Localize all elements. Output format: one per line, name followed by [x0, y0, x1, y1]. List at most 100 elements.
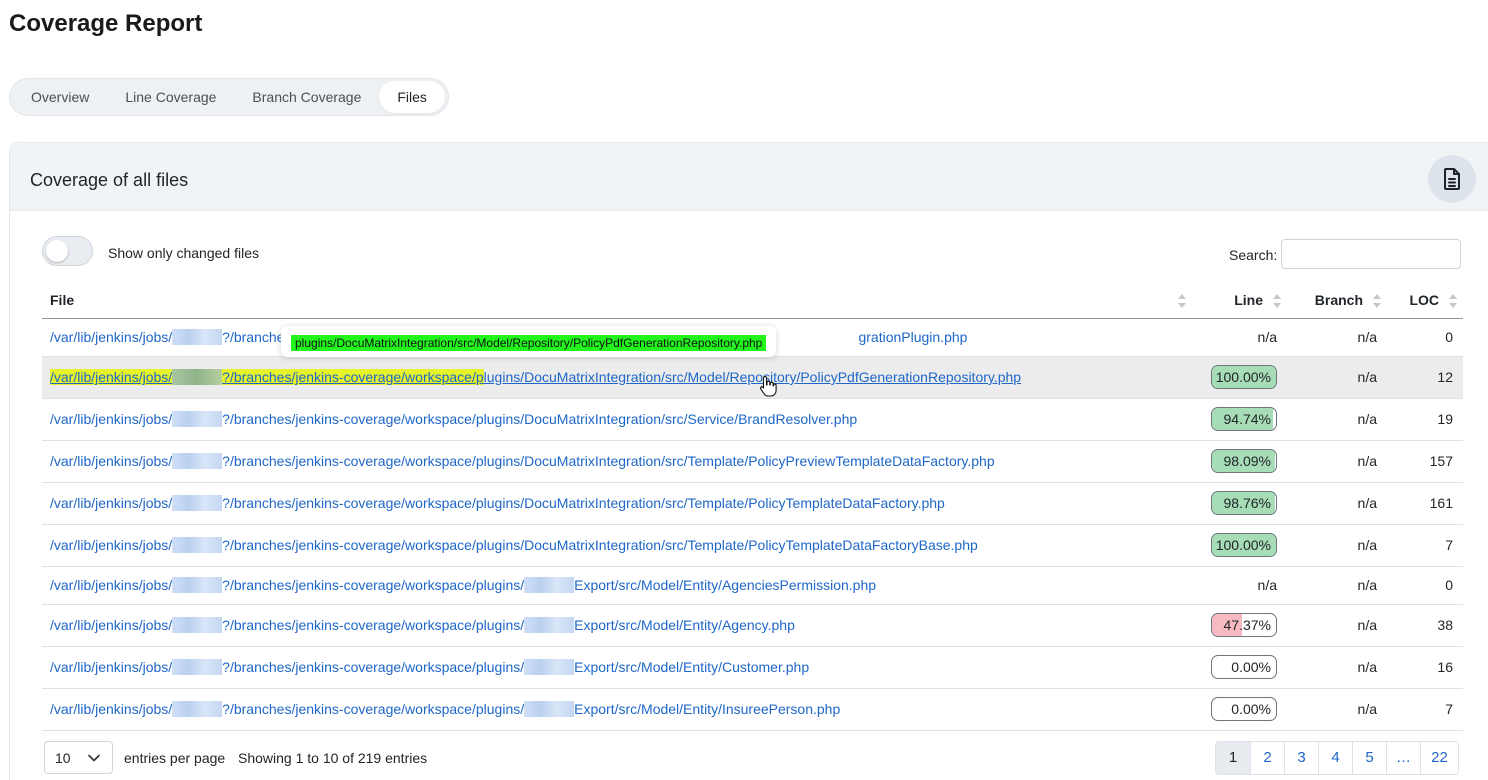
files-card: Coverage of all files Show only changed …: [9, 142, 1488, 780]
coverage-badge: 100.00%: [1211, 533, 1277, 557]
search-label: Search:: [1229, 247, 1278, 263]
file-link[interactable]: /var/lib/jenkins/jobs/?/branches/jenkins…: [50, 701, 840, 717]
loc-count: 0: [1387, 566, 1463, 605]
table-row: /var/lib/jenkins/jobs/?/branches/jenkins…: [42, 356, 1463, 399]
branch-coverage: n/a: [1287, 566, 1387, 605]
toggle-label: Show only changed files: [108, 245, 259, 261]
column-header-file[interactable]: File: [42, 283, 1192, 319]
document-icon: [1444, 168, 1460, 190]
file-link[interactable]: /var/lib/jenkins/jobs/?/branches/jenkins…: [50, 617, 795, 633]
redacted-segment: [172, 701, 223, 717]
branch-coverage: n/a: [1287, 318, 1387, 357]
export-document-button[interactable]: [1428, 155, 1476, 203]
table-row: /var/lib/jenkins/jobs/?/branches/jenkins…: [42, 398, 1463, 441]
redacted-segment: [172, 617, 223, 633]
page-title: Coverage Report: [9, 10, 203, 37]
chevron-down-icon: [88, 754, 100, 762]
loc-count: 161: [1387, 482, 1463, 525]
page-size-value: 10: [55, 749, 71, 766]
table-row: /var/lib/jenkins/jobs/?/branches/jenkins…: [42, 440, 1463, 483]
coverage-badge: 47.37%: [1211, 613, 1277, 637]
redacted-segment: [524, 701, 575, 717]
toggle-knob: [46, 240, 68, 262]
redacted-segment: [524, 617, 575, 633]
tab-branch-coverage[interactable]: Branch Coverage: [234, 81, 379, 113]
file-link[interactable]: /var/lib/jenkins/jobs/?/branches/jenkins…: [50, 537, 978, 553]
file-link[interactable]: /var/lib/jenkins/jobs/?/branches/jenkins…: [50, 453, 995, 469]
branch-coverage: n/a: [1287, 604, 1387, 647]
entries-per-page-label: entries per page: [124, 750, 226, 766]
loc-count: 38: [1387, 604, 1463, 647]
table-header-row: File Line Branch LOC: [42, 283, 1463, 319]
tab-files[interactable]: Files: [379, 81, 445, 113]
page-button-1[interactable]: 1: [1216, 742, 1250, 774]
coverage-badge: 0.00%: [1211, 655, 1277, 679]
branch-coverage: n/a: [1287, 524, 1387, 567]
redacted-segment: [172, 369, 223, 385]
coverage-badge: 100.00%: [1211, 365, 1277, 389]
sort-icon: [1373, 294, 1381, 308]
redacted-segment: [172, 329, 223, 345]
loc-count: 7: [1387, 688, 1463, 731]
file-link[interactable]: /var/lib/jenkins/jobs/?/branches/jenkins…: [50, 495, 945, 511]
file-link[interactable]: /var/lib/jenkins/jobs/?/branches/jenkins…: [50, 577, 876, 593]
loc-count: 12: [1387, 356, 1463, 399]
coverage-badge: 94.74%: [1211, 407, 1277, 431]
redacted-segment: [524, 577, 575, 593]
loc-count: 19: [1387, 398, 1463, 441]
page-ellipsis: …: [1386, 742, 1420, 774]
changed-files-toggle[interactable]: [42, 236, 93, 266]
branch-coverage: n/a: [1287, 398, 1387, 441]
page-button-5[interactable]: 5: [1352, 742, 1386, 774]
file-link[interactable]: /var/lib/jenkins/jobs/?/branches/jenkins…: [50, 369, 1021, 385]
page-button-2[interactable]: 2: [1250, 742, 1284, 774]
page-button-3[interactable]: 3: [1284, 742, 1318, 774]
pagination: 1 2 3 4 5 … 22: [1215, 741, 1459, 775]
branch-coverage: n/a: [1287, 688, 1387, 731]
redacted-segment: [172, 537, 223, 553]
coverage-badge: 0.00%: [1211, 697, 1277, 721]
loc-count: 16: [1387, 646, 1463, 689]
page-button-22[interactable]: 22: [1420, 742, 1458, 774]
tab-overview[interactable]: Overview: [13, 81, 107, 113]
branch-coverage: n/a: [1287, 482, 1387, 525]
redacted-segment: [172, 495, 223, 511]
branch-coverage: n/a: [1287, 440, 1387, 483]
redacted-segment: [172, 411, 223, 427]
table-row: /var/lib/jenkins/jobs/?/branches/jenkins…: [42, 604, 1463, 647]
card-header: Coverage of all files: [10, 143, 1488, 211]
redacted-segment: [172, 577, 223, 593]
search-input[interactable]: [1281, 239, 1461, 269]
view-tabs: Overview Line Coverage Branch Coverage F…: [9, 78, 449, 116]
column-header-line[interactable]: Line: [1192, 283, 1287, 319]
loc-count: 7: [1387, 524, 1463, 567]
entries-summary: Showing 1 to 10 of 219 entries: [238, 750, 428, 766]
card-title: Coverage of all files: [30, 170, 189, 190]
sort-icon: [1273, 294, 1281, 308]
file-link[interactable]: /var/lib/jenkins/jobs/?/branches/jenkins…: [50, 659, 809, 675]
branch-coverage: n/a: [1287, 356, 1387, 399]
tab-line-coverage[interactable]: Line Coverage: [107, 81, 234, 113]
page-size-select[interactable]: 10: [44, 741, 113, 774]
file-link[interactable]: /var/lib/jenkins/jobs/?/branches/jenkins…: [50, 411, 857, 427]
coverage-badge: 98.09%: [1211, 449, 1277, 473]
coverage-badge: 98.76%: [1211, 491, 1277, 515]
loc-count: 157: [1387, 440, 1463, 483]
sort-icon: [1178, 294, 1186, 308]
column-header-loc[interactable]: LOC: [1387, 283, 1463, 319]
table-row: /var/lib/jenkins/jobs/?/branches/jenkins…: [42, 566, 1463, 605]
table-row: /var/lib/jenkins/jobs/?/branches/jenkins…: [42, 524, 1463, 567]
line-coverage: n/a: [1192, 318, 1287, 357]
page-button-4[interactable]: 4: [1318, 742, 1352, 774]
column-header-branch[interactable]: Branch: [1287, 283, 1387, 319]
table-row: /var/lib/jenkins/jobs/?/branches/jenkins…: [42, 688, 1463, 731]
redacted-segment: [172, 453, 223, 469]
file-path-tooltip: plugins/DocuMatrixIntegration/src/Model/…: [281, 326, 777, 357]
line-coverage: n/a: [1192, 566, 1287, 605]
loc-count: 0: [1387, 318, 1463, 357]
branch-coverage: n/a: [1287, 646, 1387, 689]
table-row: /var/lib/jenkins/jobs/?/branches/jenkins…: [42, 482, 1463, 525]
hand-cursor-icon: [759, 375, 777, 397]
sort-icon: [1449, 294, 1457, 308]
redacted-segment: [172, 659, 223, 675]
